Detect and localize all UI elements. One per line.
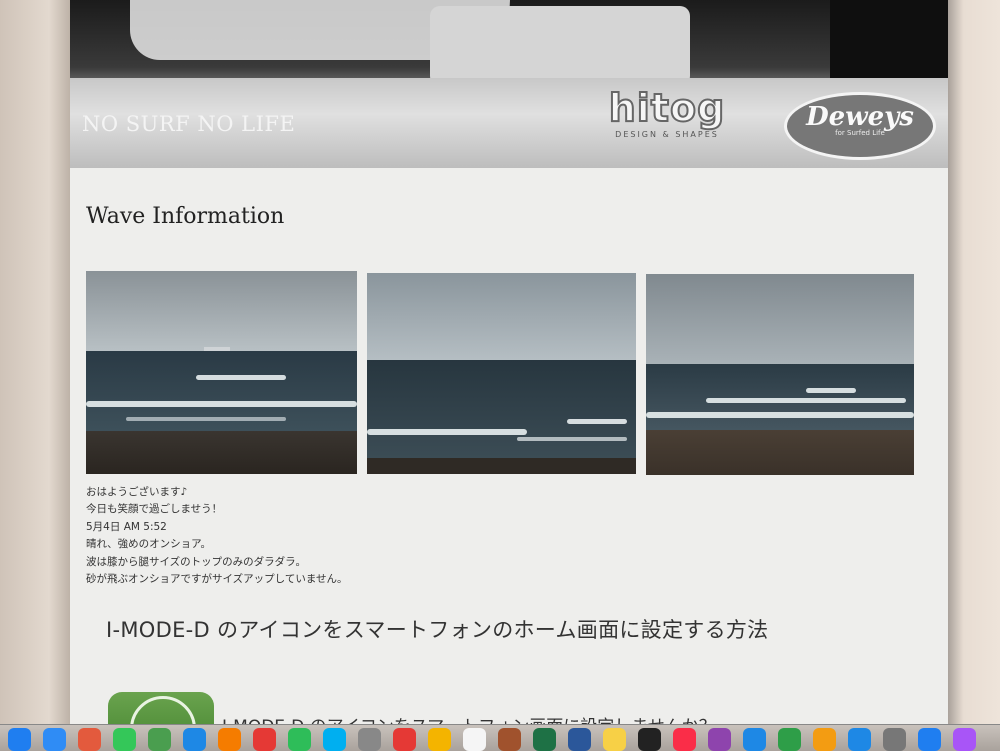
site-slogan[interactable]: NO SURF NO LIFE — [82, 112, 295, 136]
hitog-logo-sub: DESIGN & SHAPES — [615, 130, 719, 139]
banner-photo-cloth — [430, 6, 690, 86]
tv-icon[interactable] — [638, 728, 661, 751]
post-line: 砂が飛ぶオンショアですがサイズアップしていません。 — [86, 573, 348, 586]
post-line: 波は膝から腿サイズのトップのみのダラダラ。 — [86, 555, 306, 568]
messenger-icon[interactable] — [953, 728, 976, 751]
banner-photo-dark — [830, 0, 948, 80]
i-mode-d-app-icon[interactable] — [108, 692, 214, 725]
macos-dock — [0, 724, 1000, 751]
deweys-logo[interactable]: Deweys for Surfed Life — [784, 92, 936, 160]
calendar-icon[interactable] — [463, 728, 486, 751]
chrome-icon[interactable] — [393, 728, 416, 751]
post-line: 5月4日 AM 5:52 — [86, 520, 167, 533]
system-prefs-icon[interactable] — [883, 728, 906, 751]
finder-icon[interactable] — [918, 728, 941, 751]
appstore-icon[interactable] — [848, 728, 871, 751]
facetime-icon[interactable] — [288, 728, 311, 751]
hitog-logo-word: hitog — [608, 85, 726, 131]
wave-photo-1[interactable] — [86, 271, 357, 474]
music-icon[interactable] — [673, 728, 696, 751]
web-page: NO SURF NO LIFE hitog DESIGN & SHAPES De… — [70, 0, 948, 725]
mail-icon[interactable] — [43, 728, 66, 751]
post-line: 晴れ、強めのオンショア。 — [86, 538, 212, 551]
keynote-icon[interactable] — [743, 728, 766, 751]
notes-icon[interactable] — [603, 728, 626, 751]
word-icon[interactable] — [568, 728, 591, 751]
wave-photo-3[interactable] — [646, 274, 914, 475]
pages-icon[interactable] — [813, 728, 836, 751]
app-icon[interactable] — [498, 728, 521, 751]
podcasts-icon[interactable] — [708, 728, 731, 751]
header-banner: NO SURF NO LIFE hitog DESIGN & SHAPES De… — [70, 0, 948, 168]
finder-icon[interactable] — [8, 728, 31, 751]
post-line: おはようございます♪ — [86, 486, 188, 498]
post-line: 今日も笑顔で過ごしませう！ — [86, 503, 223, 516]
launchpad-icon[interactable] — [78, 728, 101, 751]
chrome-icon[interactable] — [253, 728, 276, 751]
section-title: Wave Information — [86, 204, 285, 229]
wave-photo-2[interactable] — [367, 273, 636, 474]
numbers-icon[interactable] — [778, 728, 801, 751]
screen-bezel-right — [948, 0, 1000, 750]
skype-icon[interactable] — [323, 728, 346, 751]
app-icon-ring — [130, 696, 196, 725]
article-title-link[interactable]: I-MODE-D のアイコンをスマートフォンのホーム画面に設定する方法 — [106, 614, 768, 644]
post-body: おはようございます♪ 今日も笑顔で過ごしませう！ 5月4日 AM 5:52 晴れ… — [86, 484, 348, 588]
hitog-logo[interactable]: hitog DESIGN & SHAPES — [592, 85, 742, 156]
safari-icon[interactable] — [183, 728, 206, 751]
maps-icon[interactable] — [148, 728, 171, 751]
excel-icon[interactable] — [533, 728, 556, 751]
photos-icon[interactable] — [428, 728, 451, 751]
firefox-icon[interactable] — [218, 728, 241, 751]
settings-icon[interactable] — [358, 728, 381, 751]
messages-icon[interactable] — [113, 728, 136, 751]
screen-bezel-left — [0, 0, 70, 750]
